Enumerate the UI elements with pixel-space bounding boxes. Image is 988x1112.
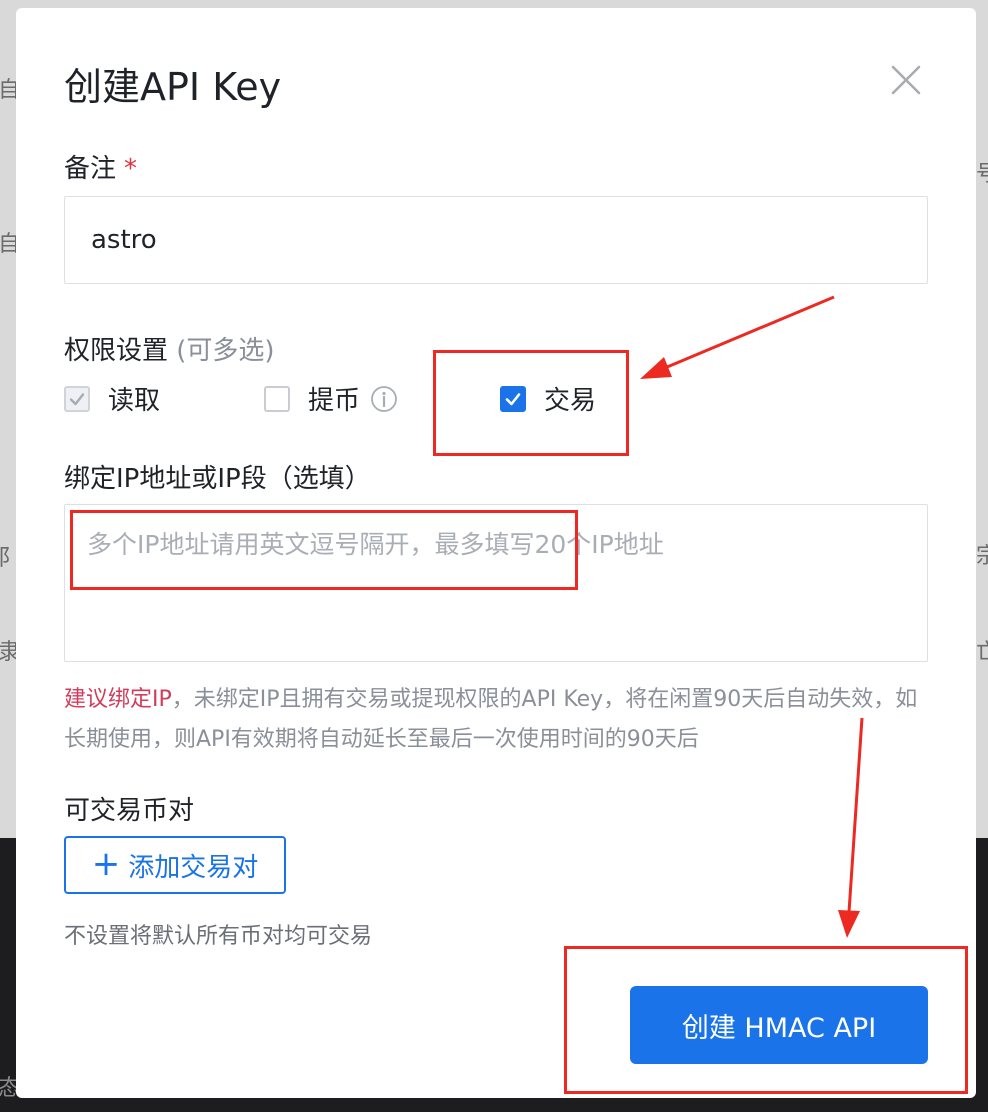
annotation-arrowhead [640, 357, 672, 379]
annotation-arrows [640, 295, 864, 938]
annotation-arrowhead [838, 910, 860, 938]
